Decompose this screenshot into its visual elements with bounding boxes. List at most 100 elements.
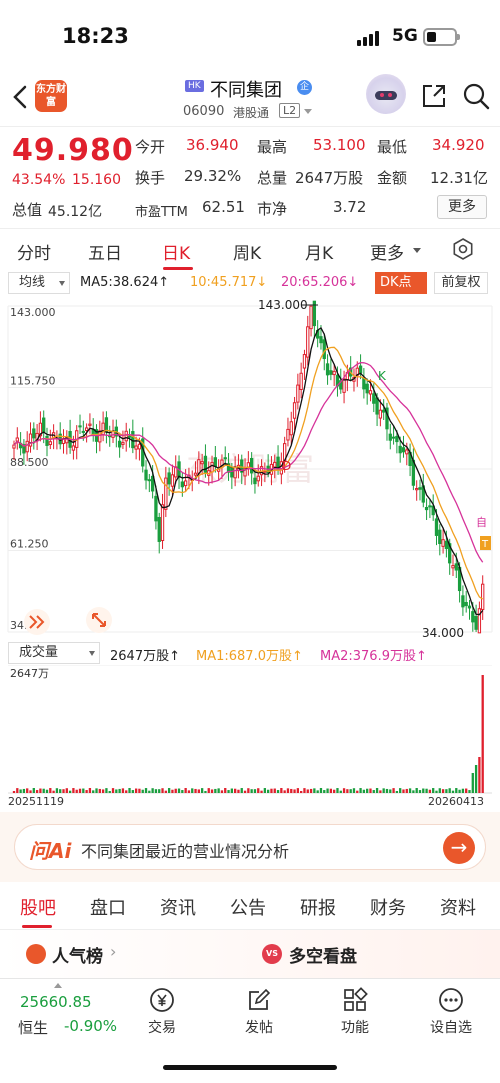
candle-body [299, 372, 303, 390]
volume-bar [451, 790, 455, 793]
chevron-down-icon[interactable] [412, 247, 422, 255]
volume-bar [356, 790, 359, 793]
volume-select[interactable]: 成交量 [8, 642, 100, 664]
volume-bar [369, 788, 372, 793]
pe-label: 市盈TTM [135, 205, 188, 220]
tab-more[interactable]: 更多 [370, 239, 404, 264]
marker-t: T [481, 539, 489, 550]
volume-bar [329, 788, 333, 793]
low-label: 最低 [377, 138, 408, 156]
volume-bar [181, 790, 184, 793]
candle-body [197, 459, 201, 474]
volume-bar [101, 789, 105, 793]
tab-daily-k[interactable]: 日K [162, 239, 190, 264]
volume-bar [210, 789, 214, 793]
volume-bar [19, 789, 22, 793]
gear-icon[interactable] [452, 238, 474, 260]
candle-body [319, 336, 323, 344]
candle-body [117, 440, 122, 448]
volume-bar [151, 788, 154, 793]
back-icon[interactable] [10, 82, 32, 112]
add-watchlist-button[interactable]: 设自选 [421, 987, 481, 1037]
volume-total: 2647万股↑ [110, 649, 180, 664]
volume-bar [313, 788, 316, 793]
tab-weekly-k[interactable]: 周K [233, 239, 261, 264]
volume-bar [82, 788, 85, 793]
volume-bar [474, 765, 478, 793]
trade-button[interactable]: 交易 [132, 987, 192, 1037]
tab-monthly-k[interactable]: 月K [305, 239, 333, 264]
tab-five-day[interactable]: 五日 [88, 239, 122, 264]
level-badge[interactable]: L2 [279, 103, 301, 118]
volume-bar [280, 788, 283, 793]
arrow-right-icon[interactable]: → [443, 832, 475, 864]
tab-orderbook[interactable]: 盘口 [90, 894, 126, 920]
index-change[interactable]: -0.90% [64, 1017, 117, 1035]
verified-icon: 企 [297, 80, 312, 95]
volume-bar [98, 788, 101, 793]
index-name[interactable]: 恒生 [18, 1017, 48, 1038]
volume-bar [257, 788, 260, 793]
kline-chart[interactable]: 143.000115.75088.50061.25034.000 东方财富 14… [0, 298, 500, 642]
popularity-rank-link[interactable]: 人气榜 [52, 942, 103, 967]
volume-label: 总量 [257, 169, 288, 187]
collapse-icon[interactable] [24, 609, 50, 635]
expand-icon[interactable] [86, 607, 112, 633]
app-logo[interactable]: 东方财富 [35, 80, 67, 112]
tab-announcements[interactable]: 公告 [230, 894, 266, 920]
share-icon[interactable] [420, 82, 448, 110]
index-value[interactable]: 25660.85 [20, 993, 92, 1011]
volume-bar [418, 790, 422, 793]
date-start: 20251119 [8, 795, 64, 808]
chevron-down-icon[interactable] [304, 109, 312, 114]
volume-bar [392, 788, 395, 793]
ai-question-box[interactable]: 问Ai 不同集团最近的营业情况分析 → [14, 824, 486, 870]
search-icon[interactable] [462, 82, 490, 110]
candle-body [48, 441, 52, 446]
volume-bar [352, 788, 356, 793]
volume-bar [448, 788, 451, 793]
volume-bar [75, 789, 78, 793]
caret-down-icon [89, 651, 95, 656]
tab-news[interactable]: 资讯 [160, 894, 196, 920]
volume-ma2: MA2:376.9万股↑ [320, 649, 427, 664]
tab-profile[interactable]: 资料 [440, 894, 476, 920]
volume-bar [233, 788, 237, 793]
assistant-avatar[interactable] [366, 74, 406, 114]
tab-research[interactable]: 研报 [300, 894, 336, 920]
indicator-select[interactable]: 均线 [8, 272, 70, 294]
volume-bar [158, 789, 161, 793]
volume-chart[interactable]: 2647万 [0, 665, 500, 795]
volume-bar [240, 788, 243, 793]
candle-body [368, 390, 373, 395]
post-button[interactable]: 发帖 [229, 987, 289, 1037]
candle-body [42, 417, 46, 433]
candle-body [362, 377, 366, 390]
tab-financials[interactable]: 财务 [370, 894, 406, 920]
candle-body [365, 383, 369, 394]
functions-button[interactable]: 功能 [325, 987, 385, 1037]
volume-axis-max: 2647万 [10, 667, 49, 680]
volume-bar [154, 789, 158, 793]
volume-bar [359, 788, 362, 793]
more-button[interactable]: 更多 [437, 195, 487, 219]
volume-bar [481, 675, 484, 793]
adjust-button[interactable]: 前复权 [434, 272, 488, 294]
candle-body [147, 479, 151, 482]
dk-point-button[interactable]: DK点 [375, 272, 427, 294]
volume-bar [125, 790, 128, 793]
bull-bear-link[interactable]: 多空看盘 [289, 942, 357, 967]
candle-body [273, 461, 277, 468]
candle-body [213, 457, 217, 467]
volume-bar [92, 790, 95, 793]
candle-body [84, 427, 89, 431]
marker-d: D [282, 459, 291, 473]
caret-up-icon [54, 983, 62, 988]
volume-bar [144, 788, 148, 793]
tab-intraday[interactable]: 分时 [17, 239, 51, 264]
candle-body [183, 480, 188, 487]
volume-bar [412, 790, 415, 793]
candle-body [127, 435, 132, 438]
tab-forum[interactable]: 股吧 [20, 894, 56, 920]
quote-panel: 49.980 43.54% 15.160 总值 45.12亿 今开 36.940… [0, 126, 500, 228]
